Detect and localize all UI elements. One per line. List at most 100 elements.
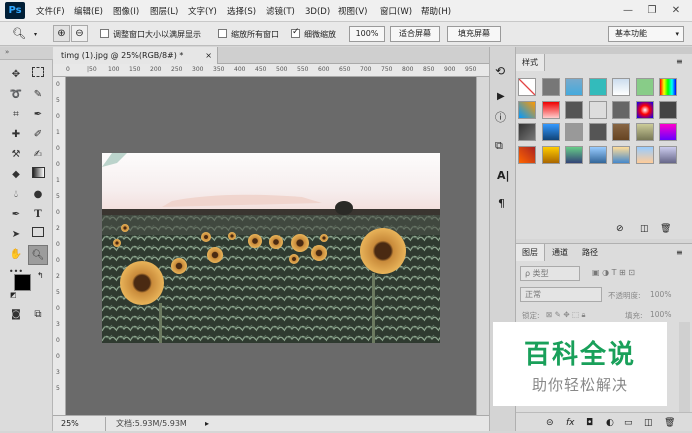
lasso-tool-icon[interactable]: ➰ [8,87,24,103]
clear-style-icon[interactable]: ⊘ [616,224,624,234]
chevron-down-icon[interactable]: ▾ [34,31,37,38]
fit-screen-button[interactable]: 适合屏幕 [390,26,440,42]
document-image[interactable] [102,153,440,343]
style-swatch[interactable] [518,78,536,96]
brush-tool-icon[interactable]: ✐ [30,127,46,143]
style-swatch[interactable] [565,78,583,96]
menu-edit[interactable]: 编辑(E) [74,5,103,19]
style-swatch[interactable] [635,100,654,119]
tab-layers[interactable]: 图层 [516,244,545,261]
style-swatch[interactable] [565,100,583,119]
menu-filter[interactable]: 滤镜(T) [266,5,295,19]
layers-scrollbar[interactable] [679,322,690,412]
style-swatch[interactable] [612,123,630,141]
document-tab[interactable]: timg (1).jpg @ 25%(RGB/8#) * × [53,47,218,64]
close-tab-icon[interactable]: × [205,47,212,64]
delete-style-icon[interactable]: 🗑︎ [660,224,671,234]
move-tool-icon[interactable]: ✥ [8,67,24,83]
style-swatch[interactable] [518,100,536,119]
style-swatch[interactable] [565,123,583,141]
new-style-icon[interactable]: ◫ [640,224,649,234]
history-brush-icon[interactable]: ✍ [30,147,46,163]
blur-tool-icon[interactable]: 💧︎ [8,187,24,203]
tab-paths[interactable]: 路径 [576,244,604,261]
character-icon[interactable]: A| [497,169,510,182]
style-swatch[interactable] [659,100,677,119]
zoom-level[interactable]: 25% [61,417,79,431]
marquee-tool-icon[interactable] [30,67,46,83]
style-swatch[interactable] [518,145,536,164]
resize-windows-checkbox[interactable] [100,29,109,38]
minimize-button[interactable]: — [617,2,639,19]
style-swatch[interactable] [635,145,654,164]
eyedropper-icon[interactable]: ✒ [30,107,46,123]
adjustment-layer-icon[interactable]: ◐ [606,413,614,433]
style-swatch[interactable] [588,145,607,164]
path-selection-icon[interactable]: ➤ [8,227,24,243]
info-icon[interactable]: ⓘ [495,109,506,125]
collapse-icon[interactable]: » [5,48,9,56]
style-swatch[interactable] [635,78,654,96]
close-window-button[interactable]: ✕ [665,2,687,19]
workspace-select[interactable]: 基本功能 ▾ [608,26,684,42]
clone-source-icon[interactable]: ⧉ [495,139,503,153]
style-swatch[interactable] [588,78,607,96]
menu-select[interactable]: 选择(S) [227,5,256,19]
paragraph-icon[interactable]: ¶ [498,197,505,210]
filter-icons[interactable]: ▣ ◑ T ⊞ ⊡ [592,268,635,277]
rectangle-tool-icon[interactable] [30,227,46,243]
default-colors-icon[interactable]: ◩ [10,291,17,299]
style-swatch[interactable] [659,145,677,164]
quick-mask-icon[interactable]: ◙ [8,307,24,323]
style-swatch[interactable] [635,123,654,141]
tab-channels[interactable]: 通道 [546,244,574,261]
style-swatch[interactable] [588,100,607,119]
vertical-scrollbar[interactable] [476,77,489,415]
style-swatch[interactable] [541,145,560,164]
style-swatch[interactable] [659,78,677,96]
style-swatch[interactable] [565,145,583,164]
menu-image[interactable]: 图像(I) [113,5,139,19]
fx-icon[interactable]: fx [566,413,575,433]
style-swatch[interactable] [541,78,560,96]
style-swatch[interactable] [588,123,607,141]
type-tool-icon[interactable]: T [30,207,46,223]
hand-tool-icon[interactable]: ✋ [8,247,24,263]
fill-value[interactable]: 100% [650,310,671,319]
new-layer-icon[interactable]: ◫ [644,413,653,433]
zoom-in-icon[interactable]: ⊕ [53,25,70,42]
style-swatch[interactable] [541,100,560,119]
link-layers-icon[interactable]: ⊝ [546,413,554,433]
magic-wand-icon[interactable]: ✎ [30,87,46,103]
panel-menu-icon[interactable]: ≡ [676,57,683,66]
blend-mode-select[interactable]: 正常 [520,287,602,302]
lock-icons[interactable]: ⊠ ✎ ✥ ⬚ 🔒︎ [546,310,585,320]
pen-tool-icon[interactable]: ✒ [8,207,24,223]
zoom-all-checkbox[interactable] [218,29,227,38]
menu-view[interactable]: 视图(V) [338,5,367,19]
gradient-tool-icon[interactable] [30,167,46,183]
fill-screen-button[interactable]: 填充屏幕 [447,26,501,42]
screen-mode-icon[interactable]: ⧉ [30,307,46,323]
healing-brush-icon[interactable]: ✚ [8,127,24,143]
zoom-100-button[interactable]: 100% [349,26,385,42]
foreground-color-swatch[interactable] [14,274,31,291]
panel-menu-icon[interactable]: ≡ [676,248,683,257]
new-group-icon[interactable]: ▭ [624,413,633,433]
dodge-tool-icon[interactable]: ● [30,187,46,203]
play-icon[interactable]: ▶ [497,91,505,102]
zoom-out-icon[interactable]: ⊖ [71,25,88,42]
clone-stamp-icon[interactable]: ⚒ [8,147,24,163]
styles-tab[interactable]: 样式 [516,54,545,71]
menu-window[interactable]: 窗口(W) [380,5,412,19]
restore-button[interactable]: ❐ [641,2,663,19]
style-swatch[interactable] [541,123,560,141]
style-swatch[interactable] [612,78,630,96]
style-swatch[interactable] [659,123,677,141]
zoom-tool-preset-icon[interactable]: 🔍︎ [12,26,34,42]
style-swatch[interactable] [612,145,630,164]
eraser-tool-icon[interactable]: ◆ [8,167,24,183]
status-menu-icon[interactable]: ▸ [205,417,209,431]
history-icon[interactable]: ⟲ [495,64,505,78]
swap-colors-icon[interactable]: ↰ [37,271,44,280]
